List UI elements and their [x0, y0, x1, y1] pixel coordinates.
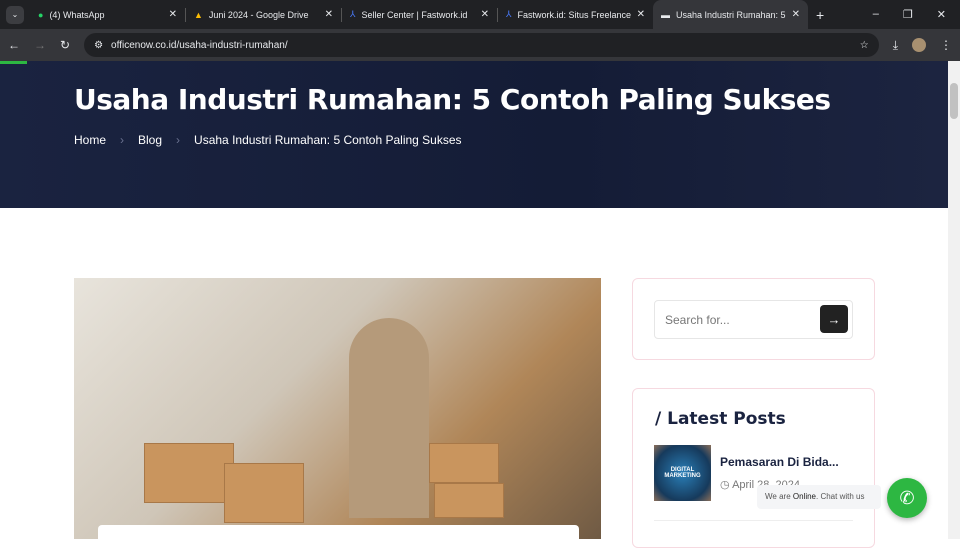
search-input[interactable]: Search for... →	[654, 300, 853, 339]
drive-icon: ▲	[194, 9, 203, 20]
page-icon: ▬	[661, 9, 670, 20]
chat-prompt[interactable]: We are Online. Chat with us	[757, 485, 881, 509]
menu-icon[interactable]: ⋮	[940, 38, 952, 52]
close-tab-icon[interactable]: ✕	[637, 9, 645, 20]
tab-strip: ⌄ ● (4) WhatsApp ✕ ▲ Juni 2024 - Google Dri…	[0, 0, 960, 29]
latest-posts-widget: / Latest Posts DIGITAL MARKETING Pemasar…	[632, 388, 875, 548]
download-icon[interactable]: ⤓	[893, 38, 898, 53]
bookmark-star-icon[interactable]: ☆	[860, 40, 869, 51]
tab-whatsapp[interactable]: ● (4) WhatsApp ✕	[30, 0, 185, 29]
minimize-button[interactable]: –	[873, 8, 879, 21]
breadcrumb: Home › Blog › Usaha Industri Rumahan: 5 Co…	[74, 133, 462, 147]
whatsapp-icon: ✆	[899, 487, 915, 508]
search-submit-button[interactable]: →	[820, 305, 848, 333]
back-icon[interactable]: ←	[8, 38, 20, 52]
post-title-link[interactable]: Pemasaran Di Bida...	[720, 455, 839, 469]
breadcrumb-current: Usaha Industri Rumahan: 5 Contoh Paling …	[194, 133, 462, 147]
breadcrumb-home[interactable]: Home	[74, 133, 106, 147]
divider	[654, 520, 853, 521]
page-hero: Usaha Industri Rumahan: 5 Contoh Paling …	[0, 61, 948, 208]
arrow-right-icon: →	[827, 311, 841, 327]
close-window-button[interactable]: ✕	[937, 8, 946, 21]
featured-image	[74, 278, 601, 539]
progress-indicator	[0, 61, 27, 64]
tab-active[interactable]: ▬Usaha Industri Rumahan: 5 Contoh✕	[653, 0, 808, 29]
site-info-icon[interactable]: ⚙	[94, 40, 103, 51]
whatsapp-chat-button[interactable]: ✆	[887, 478, 927, 518]
fastwork-icon: ⅄	[350, 9, 356, 19]
tab-search-button[interactable]: ⌄	[6, 5, 24, 24]
search-widget: Search for... →	[632, 278, 875, 360]
close-tab-icon[interactable]: ✕	[169, 9, 177, 20]
reload-icon[interactable]: ↻	[60, 38, 70, 52]
clock-icon: ◷	[720, 479, 730, 491]
fastwork-icon: ⅄	[506, 9, 512, 19]
profile-avatar[interactable]	[912, 38, 926, 52]
close-tab-icon[interactable]: ✕	[481, 9, 489, 20]
url-field[interactable]: ⚙ officenow.co.id/usaha-industri-rumahan/…	[84, 33, 879, 57]
article-card	[98, 525, 579, 539]
close-tab-icon[interactable]: ✕	[792, 9, 800, 20]
forward-icon[interactable]: →	[34, 38, 46, 52]
close-tab-icon[interactable]: ✕	[325, 9, 333, 20]
page-title: Usaha Industri Rumahan: 5 Contoh Paling …	[74, 83, 831, 116]
breadcrumb-blog[interactable]: Blog	[138, 133, 162, 147]
new-tab-button[interactable]: +	[816, 7, 824, 23]
maximize-button[interactable]: ❐	[903, 8, 913, 21]
tab-google-drive[interactable]: ▲ Juni 2024 - Google Drive ✕	[186, 0, 341, 29]
scrollbar[interactable]	[948, 61, 960, 539]
tab-seller-center[interactable]: ⅄ Seller Center | Fastwork.id ✕	[342, 0, 497, 29]
address-bar-row: ← → ↻ ⚙ officenow.co.id/usaha-industri-ru…	[0, 29, 960, 61]
latest-posts-heading: / Latest Posts	[655, 409, 786, 429]
scrollbar-thumb[interactable]	[950, 83, 958, 119]
tab-fastwork[interactable]: ⅄Fastwork.id: Situs Freelance Online✕	[498, 0, 653, 29]
post-thumbnail[interactable]: DIGITAL MARKETING	[654, 445, 711, 501]
whatsapp-icon: ●	[38, 9, 44, 20]
